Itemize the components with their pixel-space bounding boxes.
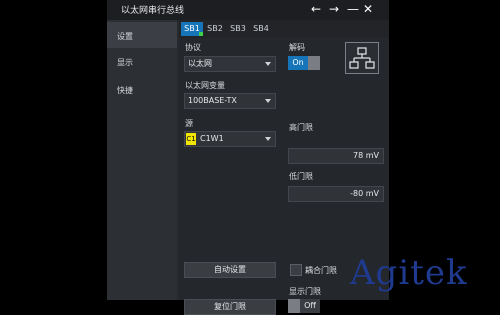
- show-threshold-state: Off: [300, 299, 320, 313]
- nav-item-label: 设置: [117, 32, 133, 41]
- serial-bus-dialog: 以太网串行总线 ← → — ✕ 设置 显示 快捷 SB1 SB2 SB3 SB4…: [107, 0, 389, 315]
- nav-item-shortcut[interactable]: 快捷: [107, 76, 177, 102]
- title-bar: 以太网串行总线 ← → — ✕: [107, 0, 389, 20]
- close-icon[interactable]: ✕: [363, 2, 373, 16]
- watermark-logo: Agitek: [350, 253, 468, 293]
- network-topology-icon: [349, 47, 375, 69]
- nav-item-settings[interactable]: 设置: [107, 22, 177, 48]
- source-value: C1W1: [200, 134, 224, 143]
- source-select[interactable]: C1 C1W1: [184, 131, 276, 147]
- high-threshold-label: 高门限: [289, 123, 313, 132]
- variant-value: 100BASE-TX: [188, 96, 237, 105]
- couple-threshold-label: 耦合门限: [305, 266, 337, 275]
- side-nav: 设置 显示 快捷: [107, 20, 177, 300]
- nav-item-label: 快捷: [117, 86, 133, 95]
- source-label: 源: [185, 119, 193, 128]
- tab-label: SB4: [253, 24, 269, 33]
- chevron-down-icon: [265, 99, 271, 103]
- toggle-knob: [288, 299, 300, 313]
- variant-select[interactable]: 100BASE-TX: [184, 93, 276, 109]
- toggle-knob: [308, 56, 320, 70]
- nav-item-display[interactable]: 显示: [107, 48, 177, 74]
- tab-sb2[interactable]: SB2: [204, 22, 226, 36]
- tab-bar: SB1 SB2 SB3 SB4: [179, 20, 389, 38]
- tab-sb3[interactable]: SB3: [227, 22, 249, 36]
- low-threshold-field[interactable]: -80 mV: [288, 186, 384, 202]
- tab-label: SB1: [184, 24, 200, 33]
- show-threshold-toggle[interactable]: Off: [288, 299, 320, 313]
- low-threshold-label: 低门限: [289, 172, 313, 181]
- protocol-label: 协议: [185, 43, 201, 52]
- minimize-icon[interactable]: —: [347, 2, 359, 16]
- show-threshold-label: 显示门限: [289, 287, 321, 296]
- network-icon-button[interactable]: [345, 42, 379, 74]
- high-threshold-field[interactable]: 78 mV: [288, 148, 384, 164]
- chevron-down-icon: [265, 62, 271, 66]
- low-threshold-value: -80 mV: [350, 189, 379, 198]
- protocol-select[interactable]: 以太网: [184, 56, 276, 72]
- tab-label: SB3: [230, 24, 246, 33]
- back-arrow-icon[interactable]: ←: [311, 2, 321, 16]
- decode-state: On: [288, 56, 308, 70]
- tab-label: SB2: [207, 24, 223, 33]
- auto-setup-button[interactable]: 自动设置: [184, 262, 276, 278]
- tab-sb4[interactable]: SB4: [250, 22, 272, 36]
- protocol-value: 以太网: [188, 59, 212, 68]
- active-indicator: [199, 32, 203, 36]
- decode-label: 解码: [289, 43, 305, 52]
- couple-threshold-checkbox[interactable]: [290, 264, 302, 276]
- reset-threshold-button[interactable]: 复位门限: [184, 299, 276, 315]
- decode-toggle[interactable]: On: [288, 56, 320, 70]
- channel-chip: C1: [186, 133, 196, 145]
- forward-arrow-icon[interactable]: →: [329, 2, 339, 16]
- window-title: 以太网串行总线: [121, 6, 185, 16]
- tab-sb1[interactable]: SB1: [181, 22, 203, 36]
- nav-item-label: 显示: [117, 58, 133, 67]
- high-threshold-value: 78 mV: [353, 151, 379, 160]
- chevron-down-icon: [265, 137, 271, 141]
- variant-label: 以太网变量: [185, 81, 225, 90]
